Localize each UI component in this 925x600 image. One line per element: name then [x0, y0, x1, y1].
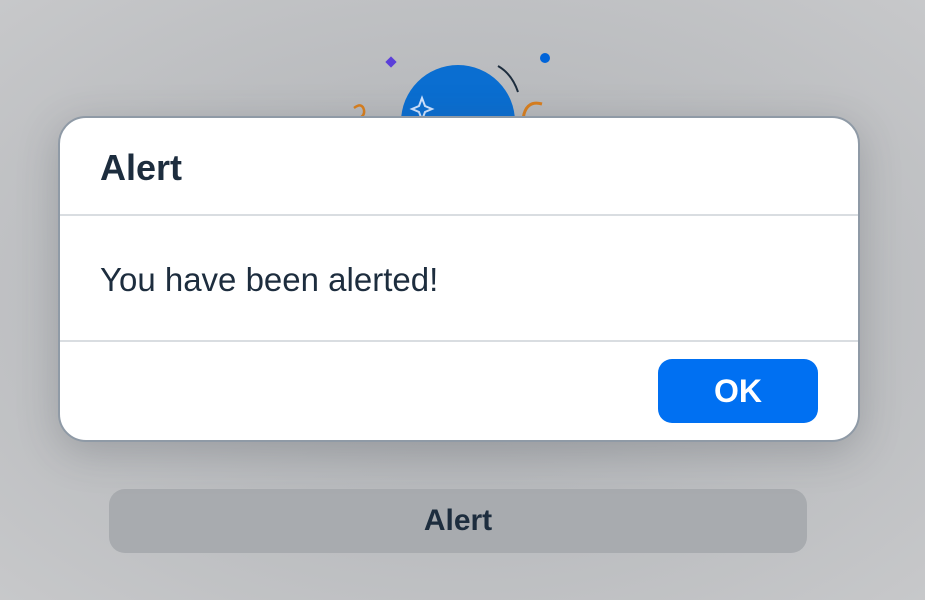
decor-dot: [540, 53, 550, 63]
decor-diamond: [385, 56, 397, 68]
ok-button[interactable]: OK: [658, 359, 818, 423]
alert-dialog: Alert You have been alerted! OK: [58, 116, 860, 442]
dialog-message: You have been alerted!: [100, 261, 439, 298]
alert-trigger-button[interactable]: Alert: [109, 489, 807, 553]
dialog-content: You have been alerted!: [60, 216, 858, 342]
dialog-footer: OK: [60, 342, 858, 440]
dialog-header: Alert: [60, 118, 858, 216]
dialog-title: Alert: [100, 147, 183, 188]
